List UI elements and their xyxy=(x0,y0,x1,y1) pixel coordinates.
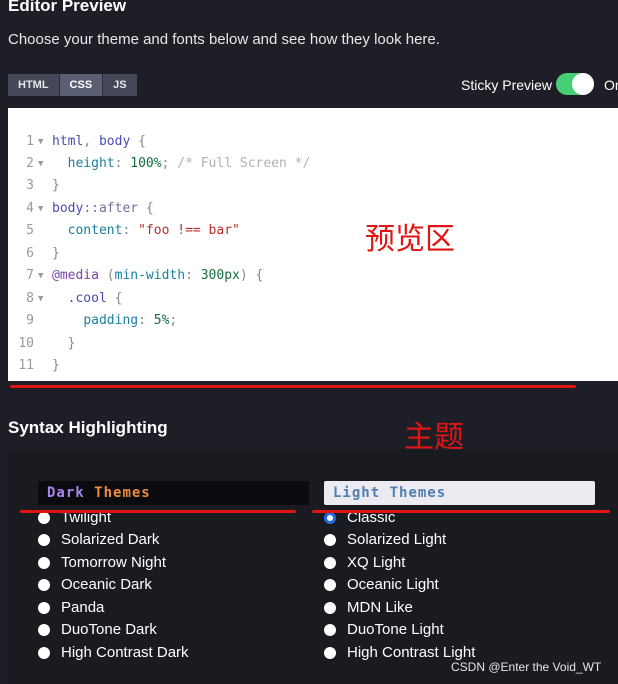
light-themes-header: Light Themes xyxy=(324,481,595,505)
syntax-highlighting-title: Syntax Highlighting xyxy=(8,418,168,437)
sticky-preview-state: On xyxy=(604,77,618,93)
theme-option-label: Oceanic Light xyxy=(347,576,439,593)
code-line: 9 padding: 5%; xyxy=(8,288,177,328)
radio-button[interactable] xyxy=(38,534,50,546)
line-number: 11 xyxy=(18,358,34,373)
themes-header-word: Themes xyxy=(389,485,447,501)
code-line: 8 ▼ .cool { xyxy=(8,266,122,306)
themes-header-word: Themes xyxy=(94,485,151,501)
radio-button[interactable] xyxy=(324,624,336,636)
radio-button[interactable] xyxy=(324,557,336,569)
theme-option-label: Panda xyxy=(61,599,105,616)
page-title: Editor Preview xyxy=(8,0,127,15)
dark-themes-header: Dark Themes xyxy=(38,481,309,505)
radio-button[interactable] xyxy=(38,579,50,591)
theme-option-label: Oceanic Dark xyxy=(61,576,152,593)
toggle-knob xyxy=(572,73,594,95)
code-line: 1 ▼ html, body { xyxy=(8,109,146,149)
sticky-preview-label: Sticky Preview xyxy=(461,77,553,93)
code-line: 5 content: "foo !== bar" xyxy=(8,198,240,238)
radio-button[interactable] xyxy=(324,602,336,614)
preview-area-annotation: 预览区 xyxy=(365,222,455,257)
code-line: 11} xyxy=(8,333,59,373)
radio-button[interactable] xyxy=(38,602,50,614)
preview-underline-annotation xyxy=(10,385,576,388)
code-line: 10 } xyxy=(8,311,75,351)
radio-button[interactable] xyxy=(324,579,336,591)
radio-button[interactable] xyxy=(38,512,50,524)
theme-option-label: Solarized Dark xyxy=(61,531,160,548)
tab-html[interactable]: HTML xyxy=(8,74,59,96)
theme-option-label: MDN Like xyxy=(347,599,413,616)
theme-option-label: Solarized Light xyxy=(347,531,447,548)
light-header-word: Light xyxy=(333,485,381,501)
code-line: 3} xyxy=(8,153,60,193)
code-line: 4 ▼ body::after { xyxy=(8,176,154,216)
radio-button-selected[interactable] xyxy=(324,512,336,524)
theme-option-label: High Contrast Dark xyxy=(61,644,189,661)
radio-button[interactable] xyxy=(38,557,50,569)
code-line: 7 ▼ @media (min-width: 300px) { xyxy=(8,243,263,283)
radio-button[interactable] xyxy=(324,534,336,546)
code-line: 6} xyxy=(8,221,60,261)
dark-header-word: Dark xyxy=(47,485,85,501)
code-line: 2 ▼ height: 100%; /* Full Screen */ xyxy=(8,131,310,171)
theme-option-label: XQ Light xyxy=(347,554,406,571)
dark-themes-underline-annotation xyxy=(20,510,296,513)
tab-css[interactable]: CSS xyxy=(58,74,103,96)
radio-button[interactable] xyxy=(38,647,50,659)
theme-option-label: DuoTone Light xyxy=(347,621,444,638)
code-preview-panel: 1 ▼ html, body { 2 ▼ height: 100%; /* Full … xyxy=(8,108,618,381)
light-themes-underline-annotation xyxy=(312,510,610,513)
editor-tabs: HTML CSS JS xyxy=(8,74,137,96)
tab-js[interactable]: JS xyxy=(102,74,137,96)
theme-option-label: Tomorrow Night xyxy=(61,554,167,571)
radio-button[interactable] xyxy=(38,624,50,636)
radio-button[interactable] xyxy=(324,647,336,659)
sticky-preview-toggle[interactable] xyxy=(556,73,594,95)
page-subtitle: Choose your theme and fonts below and se… xyxy=(8,31,440,48)
watermark: CSDN @Enter the Void_WT xyxy=(451,660,602,674)
theme-option-label: DuoTone Dark xyxy=(61,621,157,638)
